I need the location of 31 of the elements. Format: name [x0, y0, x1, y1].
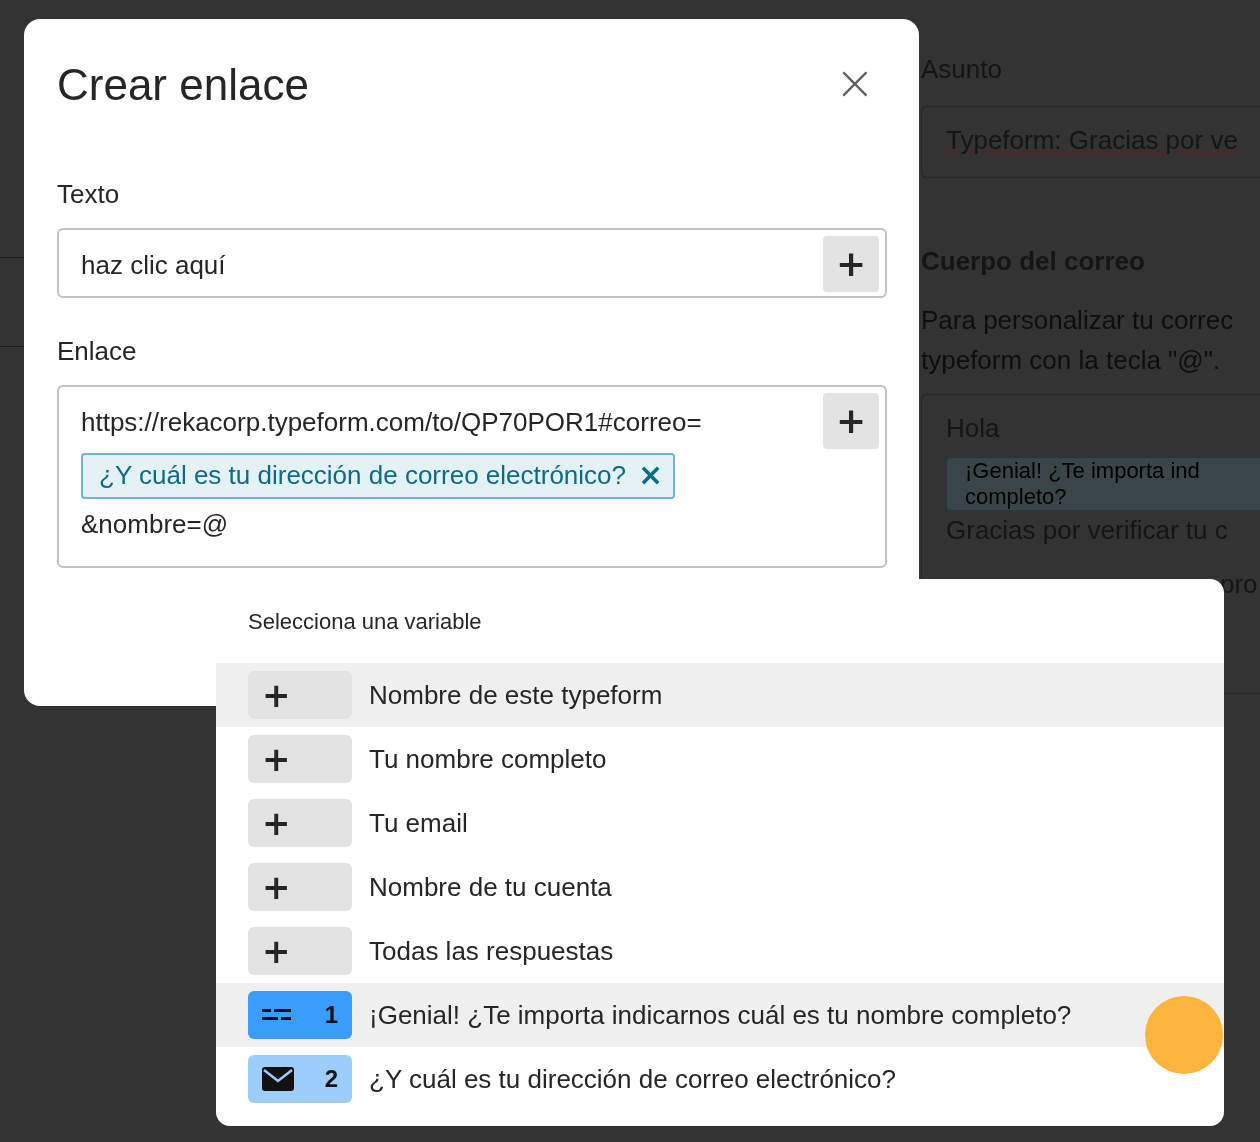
menu-item[interactable]: + Tu email: [216, 791, 1224, 855]
plus-badge: +: [248, 671, 352, 719]
add-variable-button[interactable]: +: [823, 393, 879, 449]
menu-title: Selecciona una variable: [247, 608, 483, 636]
field-value: haz clic aquí: [81, 250, 226, 280]
remove-tag-button[interactable]: ×: [626, 462, 664, 488]
question-badge: 2: [248, 1055, 352, 1103]
field-label: Enlace: [57, 336, 138, 367]
menu-item[interactable]: + Tu nombre completo: [216, 727, 1224, 791]
field-label: Texto: [57, 179, 121, 210]
short-text-icon: [262, 1008, 292, 1022]
menu-item[interactable]: + Nombre de este typeform: [216, 663, 1224, 727]
plus-badge: +: [248, 863, 352, 911]
add-variable-button[interactable]: +: [823, 236, 879, 292]
plus-badge: +: [248, 927, 352, 975]
dialog-title: Crear enlace: [57, 60, 309, 110]
envelope-icon: [262, 1067, 294, 1091]
menu-item[interactable]: + Nombre de tu cuenta: [216, 855, 1224, 919]
field-value: &nombre=@: [81, 509, 230, 541]
plus-badge: +: [248, 799, 352, 847]
question-badge: 1: [248, 991, 352, 1039]
plus-badge: +: [248, 735, 352, 783]
variable-tag: ¿Y cuál es tu dirección de correo electrónico? ×: [81, 453, 676, 499]
menu-item[interactable]: 2 ¿Y cuál es tu dirección de correo electrónico?: [216, 1047, 1224, 1111]
menu-item[interactable]: + Todas las respuestas: [216, 919, 1224, 983]
field-value: https://rekacorp.typeform.com/to/QP70POR1#correo=: [81, 407, 703, 439]
variable-tag: ¡Genial! ¿Te importa ind completo?: [946, 457, 1260, 511]
text-field[interactable]: haz clic aquí +: [57, 228, 887, 298]
close-button[interactable]: ×: [822, 62, 887, 108]
menu-item[interactable]: 1 ¡Genial! ¿Te importa indicarnos cuál es tu nombre completo?: [216, 983, 1224, 1047]
link-field[interactable]: https://rekacorp.typeform.com/to/QP70POR1#correo= ¿Y cuál es tu dirección de correo electrónico? × &nombre=@ +: [57, 385, 887, 568]
